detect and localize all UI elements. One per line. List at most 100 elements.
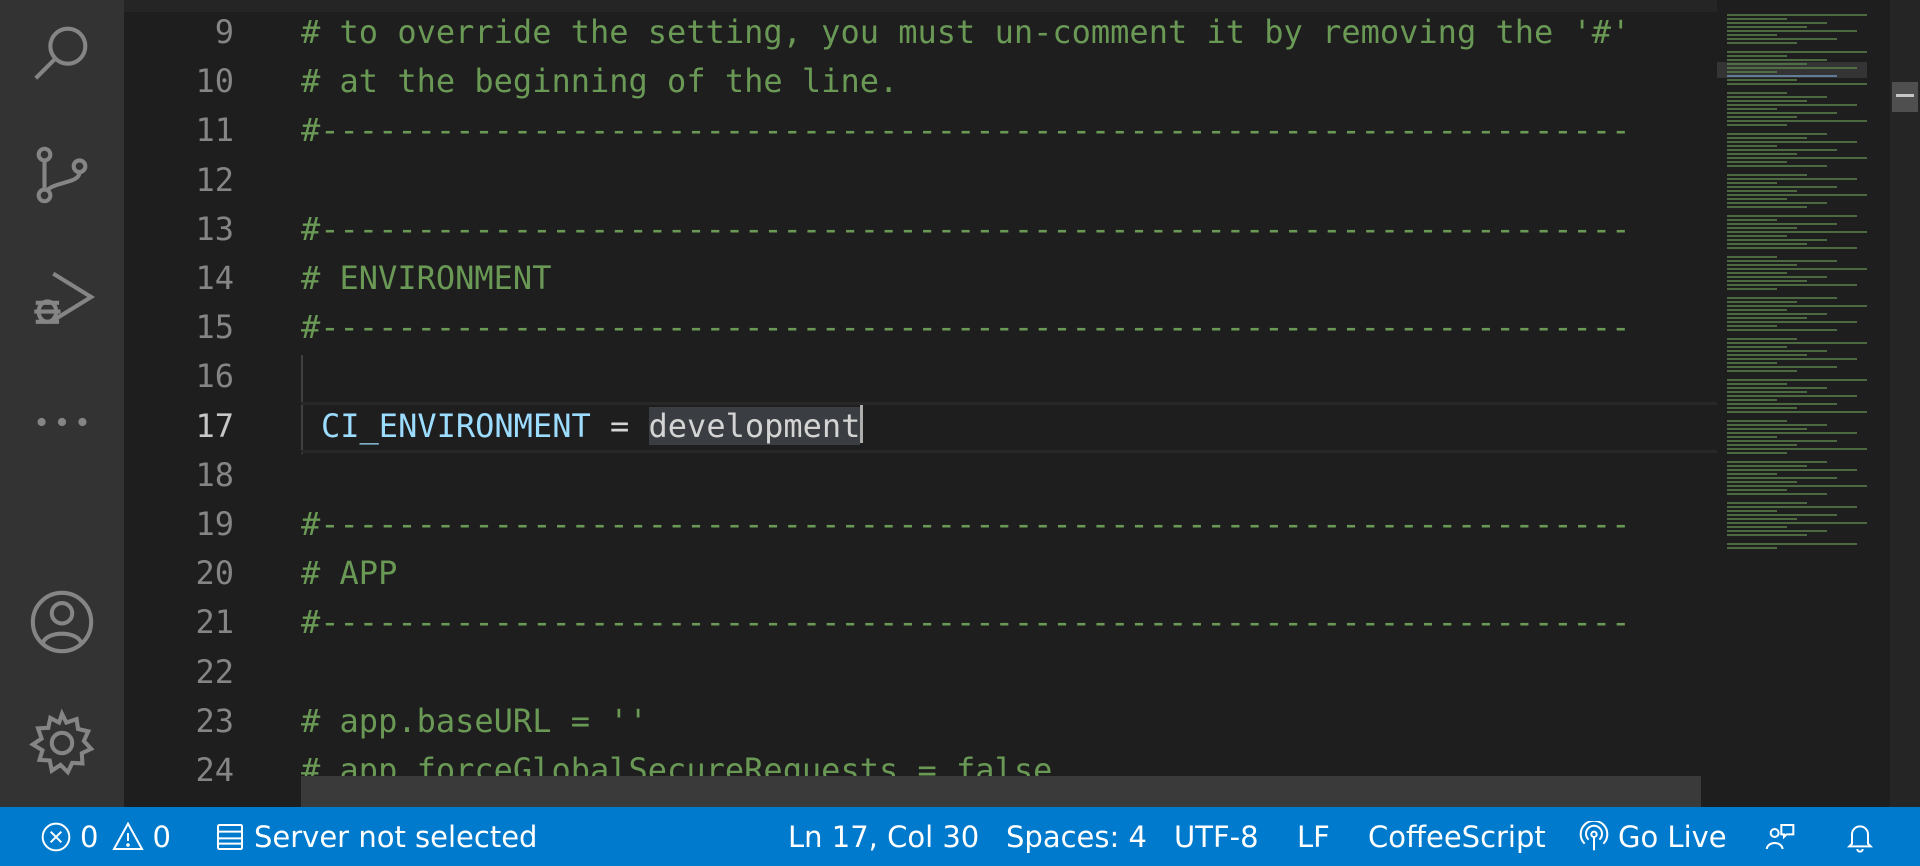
minimap-line <box>1727 104 1857 106</box>
code-line[interactable]: 20 # APP <box>124 549 1717 598</box>
minimap-line <box>1727 182 1777 184</box>
account-icon[interactable] <box>22 582 102 662</box>
warning-count: 0 <box>152 819 171 854</box>
code-line[interactable]: 15 #-------------------------------------… <box>124 303 1717 352</box>
line-content: #---------------------------------------… <box>301 111 1631 150</box>
vertical-scrollbar[interactable] <box>1890 0 1920 807</box>
vertical-scrollbar-thumb[interactable] <box>1892 82 1918 112</box>
encoding[interactable]: UTF-8 <box>1174 807 1259 866</box>
minimap-line <box>1727 362 1777 364</box>
minimap-line <box>1727 399 1777 401</box>
search-icon[interactable] <box>22 12 102 92</box>
minimap-line <box>1727 75 1837 77</box>
code-line[interactable]: 23 # app.baseURL = '' <box>124 697 1717 746</box>
indentation[interactable]: Spaces: 4 <box>1006 807 1147 866</box>
code-line[interactable]: 14 # ENVIRONMENT <box>124 254 1717 303</box>
line-content: # ENVIRONMENT <box>301 259 552 297</box>
notifications-button[interactable] <box>1844 807 1876 866</box>
minimap-line <box>1727 313 1827 315</box>
minimap-line <box>1727 100 1807 102</box>
code-line-active[interactable]: 17 CI_ENVIRONMENT = development <box>124 401 1717 453</box>
editor[interactable]: 9 # to override the setting, you must un-… <box>124 0 1717 807</box>
minimap-line <box>1727 338 1797 340</box>
line-number: 20 <box>195 554 234 593</box>
code-line[interactable]: 16 <box>124 352 1717 401</box>
go-live-button[interactable]: Go Live <box>1578 807 1727 866</box>
end-of-line[interactable]: LF <box>1297 807 1330 866</box>
line-content: #---------------------------------------… <box>301 505 1631 543</box>
warning-icon <box>112 821 145 850</box>
minimap-line <box>1727 543 1857 545</box>
minimap-line <box>1727 22 1827 24</box>
variable-token: CI_ENVIRONMENT <box>321 406 591 445</box>
language-mode[interactable]: CoffeeScript <box>1368 807 1546 866</box>
gear-icon[interactable] <box>22 703 102 783</box>
minimap-line <box>1727 436 1777 438</box>
minimap-line <box>1727 358 1857 360</box>
minimap-line <box>1727 67 1857 69</box>
horizontal-scrollbar[interactable] <box>301 776 1701 807</box>
minimap-line <box>1727 124 1787 126</box>
code-line[interactable]: 11 #-------------------------------------… <box>124 106 1717 155</box>
line-number: 13 <box>195 209 234 248</box>
cursor-position[interactable]: Ln 17, Col 30 <box>788 807 979 866</box>
minimap-line <box>1727 391 1807 393</box>
minimap-line <box>1727 325 1777 327</box>
code-line[interactable]: 10 # at the beginning of the line. <box>124 57 1717 106</box>
minimap-line <box>1727 153 1797 155</box>
minimap-line <box>1727 71 1777 73</box>
minimap-line <box>1727 383 1787 385</box>
minimap-line <box>1727 317 1807 319</box>
code-line[interactable]: 18 <box>124 451 1717 500</box>
broadcast-icon <box>1579 820 1609 850</box>
minimap-line <box>1727 305 1867 307</box>
code-line[interactable]: 22 <box>124 648 1717 697</box>
feedback-button[interactable] <box>1764 807 1796 866</box>
code-line[interactable]: 19 #-------------------------------------… <box>124 500 1717 549</box>
minimap-line <box>1727 145 1777 147</box>
run-debug-icon[interactable] <box>22 257 102 337</box>
minimap-line <box>1727 96 1827 98</box>
minimap-line <box>1727 420 1787 422</box>
code-line[interactable]: 12 <box>124 156 1717 205</box>
minimap-line <box>1727 219 1777 221</box>
line-number: 14 <box>195 259 234 297</box>
minimap-line <box>1727 534 1807 536</box>
minimap-line <box>1727 83 1867 85</box>
minimap-line <box>1727 297 1837 299</box>
line-content: CI_ENVIRONMENT = development <box>321 402 864 451</box>
minimap-line <box>1727 133 1827 135</box>
minimap-line <box>1727 526 1787 528</box>
code-line[interactable]: 13 #-------------------------------------… <box>124 205 1717 254</box>
problems-indicator[interactable]: 0 0 <box>40 807 171 866</box>
bell-icon <box>1846 824 1874 853</box>
line-number: 12 <box>195 160 234 199</box>
line-number: 18 <box>195 455 234 494</box>
code-line[interactable]: 9 # to override the setting, you must un-… <box>124 8 1717 57</box>
server-selector[interactable]: Server not selected <box>214 807 537 866</box>
minimap-line <box>1727 424 1827 426</box>
code-line[interactable]: 21 #-------------------------------------… <box>124 598 1717 647</box>
minimap-line <box>1727 116 1797 118</box>
cursor-position-label: Ln 17, Col 30 <box>788 819 980 854</box>
line-number: 9 <box>214 13 234 51</box>
minimap-line <box>1727 14 1867 16</box>
minimap-line <box>1727 198 1787 200</box>
line-number: 19 <box>195 505 234 543</box>
minimap-line <box>1727 354 1807 356</box>
minimap-line <box>1727 379 1867 381</box>
minimap[interactable] <box>1717 0 1920 807</box>
line-content: #---------------------------------------… <box>301 209 1631 248</box>
minimap-line <box>1727 370 1797 372</box>
minimap-line <box>1727 510 1777 512</box>
line-number: 16 <box>195 357 234 396</box>
line-content: # APP <box>301 554 398 593</box>
line-number: 17 <box>195 406 234 445</box>
minimap-line <box>1727 473 1777 475</box>
line-content: # to override the setting, you must un-c… <box>301 13 1631 51</box>
minimap-line <box>1727 518 1797 520</box>
more-icon[interactable] <box>22 382 102 462</box>
indentation-label: Spaces: 4 <box>1006 819 1147 854</box>
minimap-line <box>1727 387 1827 389</box>
source-control-icon[interactable] <box>22 135 102 215</box>
